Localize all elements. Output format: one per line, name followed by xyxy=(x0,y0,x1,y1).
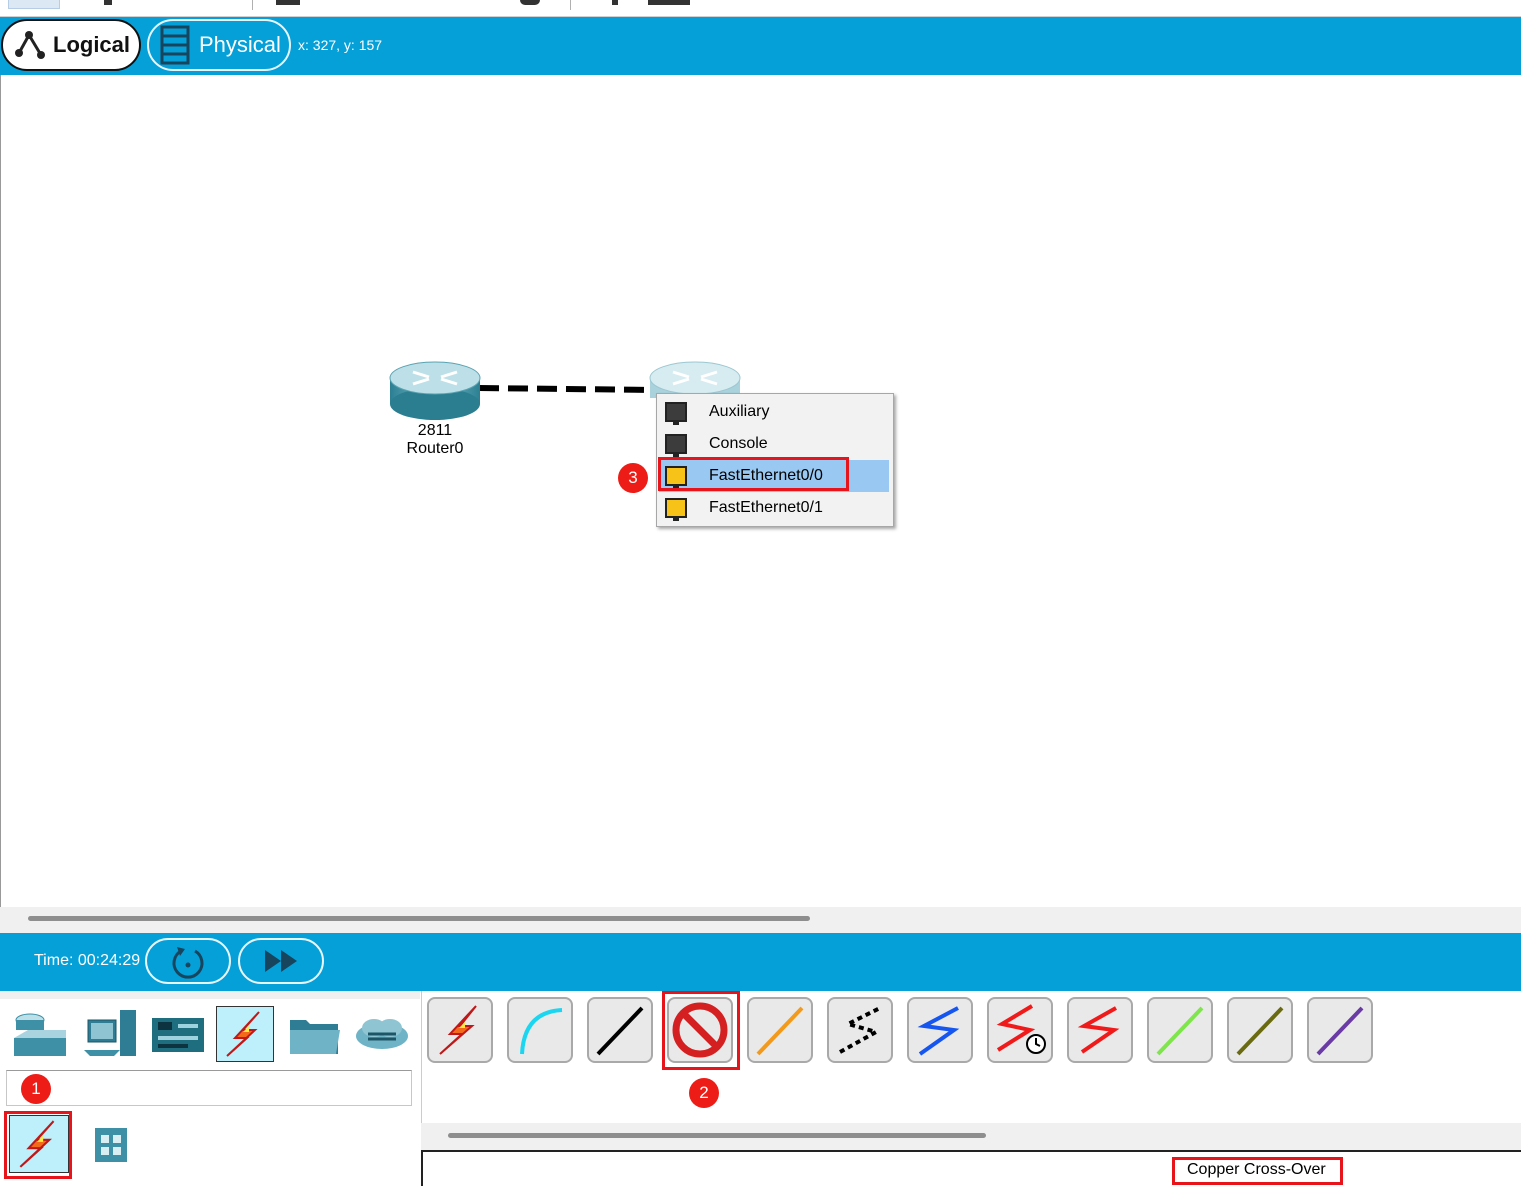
menu-item-label: FastEthernet0/1 xyxy=(709,499,823,516)
copper-straight-through-icon xyxy=(596,1006,644,1056)
toolbar-selected-tool[interactable] xyxy=(8,0,60,9)
toolbar-icon[interactable] xyxy=(276,0,300,5)
octal-icon xyxy=(1156,1006,1204,1056)
physical-view-button[interactable]: Physical xyxy=(147,19,291,71)
step-badge-2: 2 xyxy=(689,1078,719,1108)
logical-topology-icon xyxy=(9,25,49,65)
automatic-connection-icon xyxy=(439,1005,477,1055)
iot-custom-cable-button[interactable] xyxy=(1227,997,1293,1063)
serial-dte-button[interactable] xyxy=(1067,997,1133,1063)
serial-dte-icon xyxy=(1077,1006,1120,1054)
toolbar-icon[interactable] xyxy=(104,0,112,5)
menu-item-fastethernet0-1[interactable]: FastEthernet0/1 xyxy=(659,492,889,524)
annotation-highlight-box xyxy=(4,1111,72,1179)
menu-item-auxiliary[interactable]: Auxiliary xyxy=(659,396,889,428)
toolbar-icon[interactable] xyxy=(648,0,690,5)
toolbar-separator xyxy=(570,0,571,10)
port-icon xyxy=(665,402,687,425)
toolbar-icon[interactable] xyxy=(520,0,540,5)
toolbar-icon[interactable] xyxy=(612,0,618,5)
copper-straight-through-button[interactable] xyxy=(587,997,653,1063)
connections-icon xyxy=(226,1011,260,1057)
console-cable-button[interactable] xyxy=(507,997,573,1063)
toolbar-separator xyxy=(252,0,253,10)
menu-item-label: Auxiliary xyxy=(709,403,770,420)
workspace-mode-bar: Logical Physical x: 327, y: 157 xyxy=(0,17,1521,75)
top-toolbar-strip xyxy=(0,0,1521,17)
router-icon xyxy=(389,361,481,420)
console-cable-icon xyxy=(520,1008,563,1055)
router-model: 2811 xyxy=(417,422,453,439)
logical-label: Logical xyxy=(53,32,131,57)
step-badge-3: 3 xyxy=(618,463,648,493)
components-category[interactable] xyxy=(148,1006,208,1062)
miscellaneous-category[interactable] xyxy=(284,1006,344,1062)
physical-label: Physical xyxy=(199,32,281,57)
automatic-connection-button[interactable] xyxy=(427,997,493,1063)
annotation-highlight-box xyxy=(662,991,740,1070)
multiuser-icon xyxy=(356,1019,408,1049)
fiber-icon xyxy=(756,1006,804,1056)
logical-view-button[interactable]: Logical xyxy=(1,19,141,71)
end-devices-icon xyxy=(84,1010,136,1056)
router0-label: 2811 Router0 xyxy=(375,422,495,458)
end-devices-category[interactable] xyxy=(80,1006,140,1062)
phone-cable-icon xyxy=(839,1006,882,1054)
coaxial-icon xyxy=(917,1006,960,1056)
menu-item-label: Console xyxy=(709,435,768,452)
cursor-coordinates: x: 327, y: 157 xyxy=(298,37,383,53)
port-icon xyxy=(665,434,687,457)
power-cycle-icon xyxy=(172,947,204,979)
miscellaneous-icon xyxy=(290,1020,340,1054)
phone-cable-button[interactable] xyxy=(827,997,893,1063)
octal-cable-button[interactable] xyxy=(1147,997,1213,1063)
port-icon xyxy=(665,498,687,521)
cable-scroll-thumb[interactable] xyxy=(448,1133,986,1138)
cable-description-area xyxy=(421,1150,1521,1186)
annotation-highlight-box xyxy=(658,457,849,491)
workspace-scroll-thumb[interactable] xyxy=(28,916,810,921)
grid-view-icon[interactable] xyxy=(94,1127,128,1163)
power-cycle-button[interactable] xyxy=(145,938,231,984)
fiber-cable-button[interactable] xyxy=(747,997,813,1063)
menu-item-console[interactable]: Console xyxy=(659,428,889,460)
multiuser-category[interactable] xyxy=(352,1006,412,1062)
iot-custom-cable-icon xyxy=(1236,1006,1284,1056)
connections-category[interactable] xyxy=(216,1006,274,1062)
realtime-bar: Time: 00:24:29 xyxy=(0,933,1521,991)
serial-dce-icon xyxy=(996,1004,1046,1054)
time-display: Time: 00:24:29 xyxy=(34,952,141,969)
router-icon xyxy=(649,361,741,398)
router0-device[interactable] xyxy=(387,358,483,424)
network-devices-icon xyxy=(14,1013,66,1056)
serial-dce-button[interactable] xyxy=(987,997,1053,1063)
fast-forward-button[interactable] xyxy=(238,938,324,984)
device-search-field[interactable] xyxy=(6,1070,412,1106)
dashed-connection-line xyxy=(478,385,658,393)
components-icon xyxy=(152,1018,204,1052)
annotation-highlight-box xyxy=(1172,1157,1343,1185)
network-devices-category[interactable] xyxy=(8,1006,68,1062)
coaxial-cable-button[interactable] xyxy=(907,997,973,1063)
step-badge-1: 1 xyxy=(21,1074,51,1104)
usb-cable-button[interactable] xyxy=(1307,997,1373,1063)
router-name: Router0 xyxy=(406,440,464,457)
fast-forward-icon xyxy=(265,950,297,972)
router1-device[interactable] xyxy=(647,358,743,398)
panel-top-gutter xyxy=(0,991,420,999)
rack-icon xyxy=(155,25,195,65)
usb-cable-icon xyxy=(1316,1006,1364,1056)
